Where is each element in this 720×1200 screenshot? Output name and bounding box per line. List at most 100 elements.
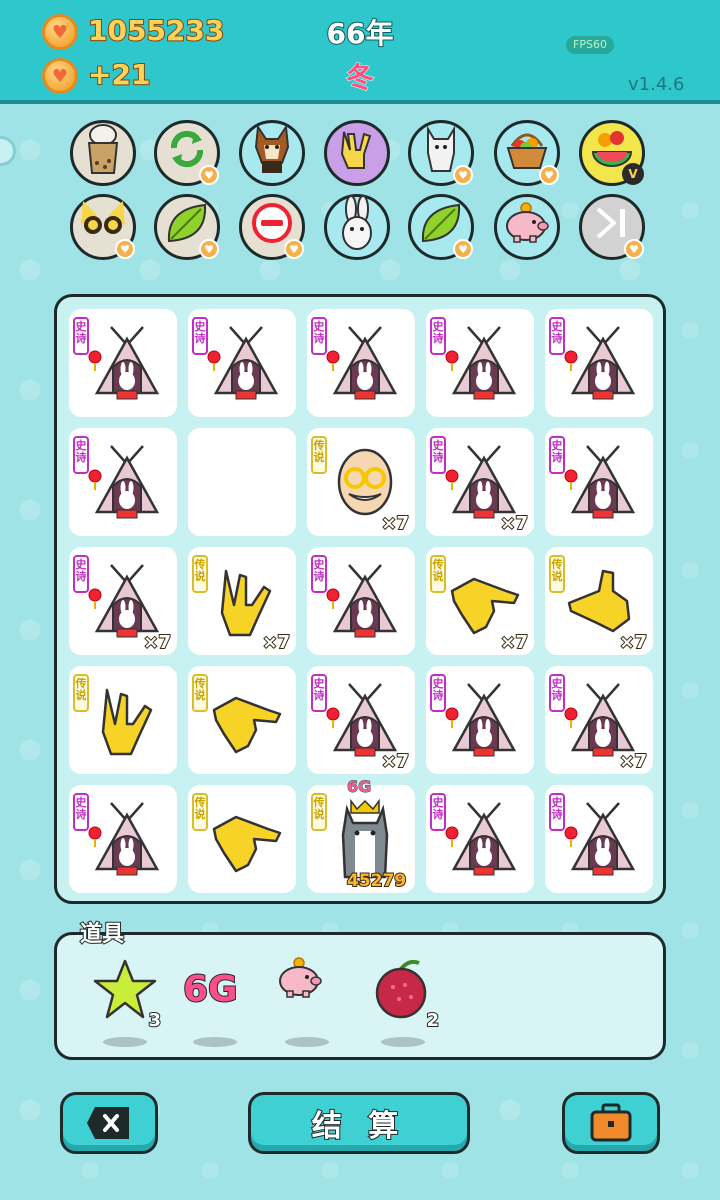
board-cell[interactable]: 史诗 ×7 xyxy=(69,547,177,655)
legend-badge: 传说 xyxy=(311,793,327,831)
tent-icon xyxy=(444,680,524,760)
tent-icon xyxy=(325,323,405,403)
board-cell[interactable]: 传说 xyxy=(69,666,177,774)
close-icon xyxy=(87,1107,129,1139)
item-star[interactable]: 3 xyxy=(93,957,173,1047)
heart-icon: ♥ xyxy=(115,239,135,259)
board-cell[interactable]: 传说 ×7 xyxy=(188,547,296,655)
epic-badge: 史诗 xyxy=(311,317,327,355)
item-count: 2 xyxy=(426,1009,440,1032)
board-cell[interactable]: 史诗 ×7 xyxy=(545,666,653,774)
tent-icon xyxy=(444,442,524,522)
hand-rock-icon xyxy=(87,680,167,760)
board-cell[interactable]: 传说 ×7 xyxy=(307,428,415,536)
powerup-skip[interactable]: ♥ xyxy=(579,194,645,260)
epic-badge: 史诗 xyxy=(430,317,446,355)
item-bayberry[interactable]: 2 xyxy=(371,957,451,1047)
cell-top-label: 6G xyxy=(346,777,372,797)
board-cell[interactable]: 传说 xyxy=(188,666,296,774)
powerup-rabbit[interactable] xyxy=(324,194,390,260)
dog-icon xyxy=(248,123,296,183)
epic-badge: 史诗 xyxy=(73,436,89,474)
hand-rock-icon xyxy=(206,561,286,641)
board-cell[interactable]: 史诗 xyxy=(69,428,177,536)
board-cell[interactable]: 传说 ×7 xyxy=(426,547,534,655)
epic-badge: 史诗 xyxy=(311,674,327,712)
board-cell[interactable]: 史诗 xyxy=(545,428,653,536)
board-cell[interactable]: 史诗 xyxy=(307,547,415,655)
board-cell[interactable]: 史诗 xyxy=(426,309,534,417)
settle-button[interactable]: 结 算 xyxy=(248,1092,470,1154)
item-count: 3 xyxy=(148,1009,162,1032)
item-shadow xyxy=(103,1037,147,1047)
board-cell[interactable]: 史诗 ×7 xyxy=(307,666,415,774)
board-cell[interactable]: 传说 ×7 xyxy=(545,547,653,655)
cup-icon xyxy=(81,123,125,183)
powerup-hand-sign[interactable] xyxy=(324,120,390,186)
powerup-refresh[interactable]: ♥ xyxy=(154,120,220,186)
heart-icon: ♥ xyxy=(539,165,559,185)
version-label: v1.4.6 xyxy=(628,74,685,95)
item-shadow xyxy=(193,1037,237,1047)
board-cell[interactable]: 史诗 xyxy=(426,666,534,774)
tent-icon xyxy=(563,680,643,760)
top-bar: ♥ 1055233 ♥ +21 66年 冬 FPS60 v1.4.6 xyxy=(0,0,720,104)
epic-badge: 史诗 xyxy=(192,317,208,355)
heart-icon: ♥ xyxy=(453,239,473,259)
board-cell[interactable]: 传说 6G 45279 xyxy=(307,777,415,893)
powerup-piggy-bank[interactable] xyxy=(494,194,560,260)
powerup-leaf[interactable]: ♥ xyxy=(408,194,474,260)
multiplier-label: ×7 xyxy=(618,631,648,654)
piggy-bank-icon xyxy=(275,957,325,1003)
multiplier-label: ×7 xyxy=(261,631,291,654)
powerup-fruit-basket[interactable]: ♥ xyxy=(494,120,560,186)
board-cell[interactable]: 史诗 xyxy=(426,785,534,893)
epic-badge: 史诗 xyxy=(549,793,565,831)
powerup-fruit-plate[interactable]: V xyxy=(579,120,645,186)
board-cell[interactable]: 史诗 xyxy=(545,309,653,417)
close-button[interactable] xyxy=(60,1092,158,1154)
epic-badge: 史诗 xyxy=(73,555,89,593)
husky-icon xyxy=(325,798,405,879)
powerup-cat[interactable]: ♥ xyxy=(408,120,474,186)
hand-point-up-icon xyxy=(563,561,643,641)
coin-icon: ♥ xyxy=(42,14,78,50)
board-cell[interactable]: 史诗 xyxy=(69,785,177,893)
board-cell[interactable] xyxy=(188,428,296,536)
coin-gain: +21 xyxy=(87,57,151,92)
powerup-leaf[interactable]: ♥ xyxy=(154,194,220,260)
board-cell[interactable]: 史诗 xyxy=(188,309,296,417)
board-cell[interactable]: 史诗 ×7 xyxy=(426,428,534,536)
multiplier-label: ×7 xyxy=(380,750,410,773)
powerup-remove[interactable]: ♥ xyxy=(239,194,305,260)
hand-point-icon xyxy=(444,561,524,641)
heart-icon: ♥ xyxy=(284,239,304,259)
coin-icon: ♥ xyxy=(42,58,78,94)
year-label: 66年 xyxy=(326,16,395,51)
heart-icon: ♥ xyxy=(199,165,219,185)
cell-value: 45279 xyxy=(346,870,407,892)
heart-icon: ♥ xyxy=(453,165,473,185)
tent-icon xyxy=(563,323,643,403)
hand-point-icon xyxy=(206,799,286,879)
board-cell[interactable]: 史诗 xyxy=(307,309,415,417)
multiplier-label: ×7 xyxy=(499,631,529,654)
powerup-cup[interactable] xyxy=(70,120,136,186)
epic-badge: 史诗 xyxy=(73,317,89,355)
bag-button[interactable] xyxy=(562,1092,660,1154)
tent-icon xyxy=(444,323,524,403)
side-menu-handle[interactable] xyxy=(0,136,16,166)
item-6g-label: 6G xyxy=(182,968,239,1011)
board-cell[interactable]: 史诗 xyxy=(69,309,177,417)
item-piggy-bank[interactable] xyxy=(275,957,355,1047)
multiplier-label: ×7 xyxy=(142,631,172,654)
powerup-dog[interactable] xyxy=(239,120,305,186)
board-cell[interactable]: 史诗 xyxy=(545,785,653,893)
powerup-old-man-glasses[interactable]: ♥ xyxy=(70,194,136,260)
item-6g[interactable]: 6G xyxy=(182,957,263,1047)
multiplier-label: ×7 xyxy=(499,512,529,535)
board-cell[interactable]: 传说 xyxy=(188,785,296,893)
item-shadow xyxy=(285,1037,329,1047)
bayberry-icon xyxy=(371,957,435,1025)
briefcase-icon xyxy=(590,1103,632,1142)
